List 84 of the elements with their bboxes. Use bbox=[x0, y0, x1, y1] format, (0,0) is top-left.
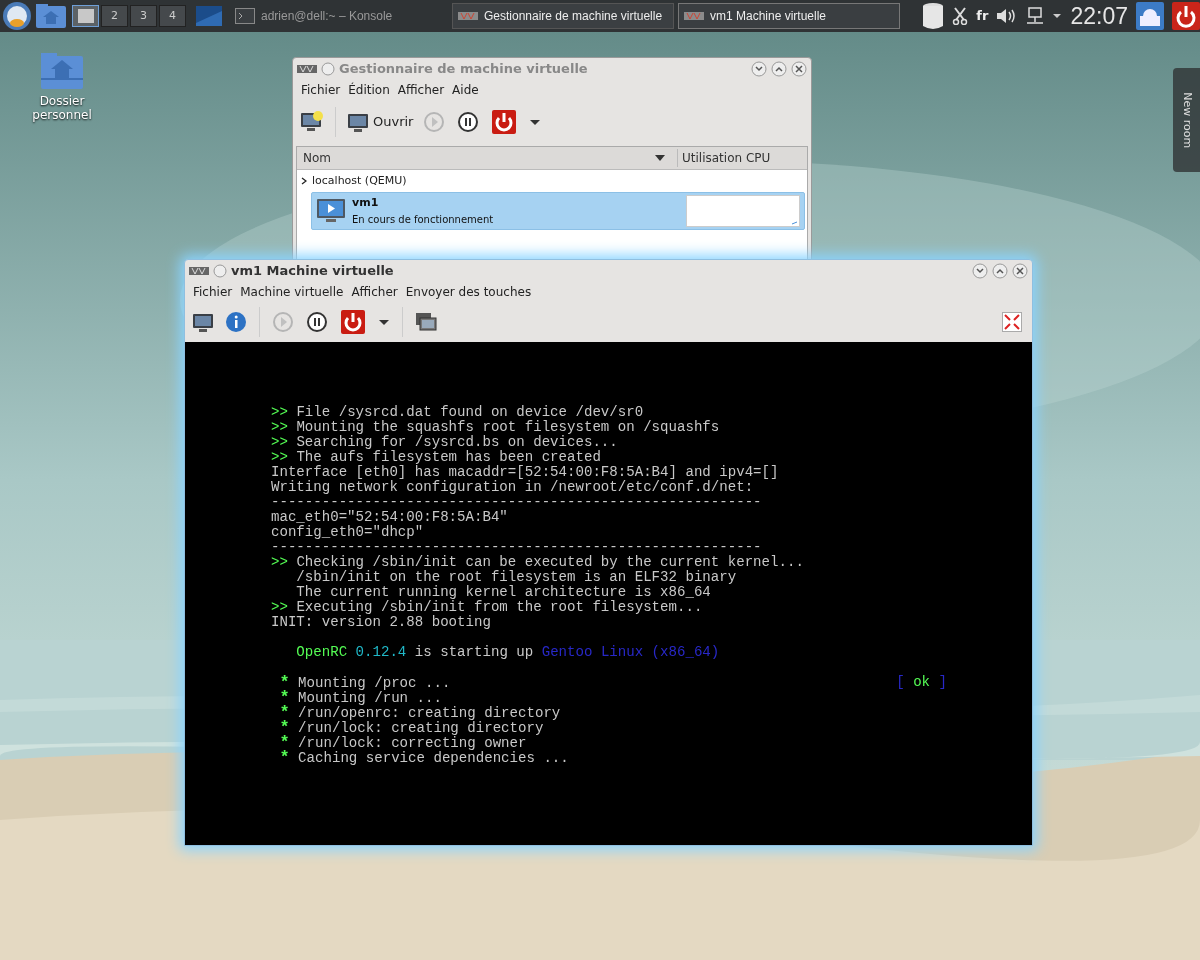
launcher-icon[interactable] bbox=[2, 1, 32, 31]
minimize-button[interactable] bbox=[751, 61, 767, 77]
screenshot-button[interactable] bbox=[415, 312, 437, 332]
scissors-icon[interactable] bbox=[952, 7, 969, 25]
minimize-button[interactable] bbox=[972, 263, 988, 279]
app-icon bbox=[458, 11, 478, 21]
console-line: ---------------------------------------------------------- bbox=[271, 540, 763, 555]
console-line: OpenRC 0.12.4 is starting up Gentoo Linux (x86_64) bbox=[295, 645, 721, 660]
desktop-button[interactable]: 4 bbox=[159, 5, 186, 27]
window-title: vm1 Machine virtuelle bbox=[231, 262, 395, 281]
console-line: * Mounting /proc ... bbox=[278, 675, 452, 690]
pause-button[interactable] bbox=[457, 111, 480, 133]
window-menu-icon[interactable] bbox=[297, 64, 317, 74]
new-vm-button[interactable] bbox=[299, 110, 325, 134]
maximize-button[interactable] bbox=[771, 61, 787, 77]
desktop-button[interactable] bbox=[72, 5, 99, 27]
window-thumbnail bbox=[77, 9, 94, 23]
terminal-icon bbox=[235, 8, 255, 24]
console-line: mac_eth0="52:54:00:F8:5A:B4" bbox=[271, 510, 509, 525]
column-header[interactable]: Utilisation CPU bbox=[677, 149, 807, 167]
open-button[interactable]: Ouvrir bbox=[346, 111, 414, 133]
console-status: [ ok ] bbox=[896, 675, 947, 690]
console-line: >> Mounting the squashfs root filesystem on /squashfs bbox=[271, 420, 721, 435]
menu-item[interactable]: Afficher bbox=[393, 81, 449, 99]
console-line: config_eth0="dhcp" bbox=[271, 525, 425, 540]
console-line: >> The aufs filesystem has been created bbox=[271, 450, 602, 465]
console-line: * /run/lock: creating directory bbox=[278, 720, 544, 735]
chevron-icon[interactable] bbox=[301, 177, 307, 185]
console-line: The current running kernel architecture is x86_64 bbox=[295, 585, 712, 600]
caret-icon[interactable] bbox=[529, 117, 542, 127]
console-line: >> Executing /sbin/init from the root filesystem... bbox=[271, 600, 704, 615]
console-line: INIT: version 2.88 booting bbox=[271, 615, 492, 630]
vm-row[interactable]: vm1 En cours de fonctionnement bbox=[311, 192, 805, 230]
desktop-button[interactable]: 3 bbox=[130, 5, 157, 27]
menu-item[interactable]: Aide bbox=[448, 81, 483, 99]
pause-button[interactable] bbox=[306, 311, 328, 333]
window-menu-icon[interactable] bbox=[189, 266, 209, 276]
keyboard-layout[interactable]: fr bbox=[976, 6, 989, 26]
console-line: Interface [eth0] has macaddr=[52:54:00:F8:5A:B4] and ipv4=[] bbox=[271, 465, 780, 480]
info-button[interactable] bbox=[225, 311, 247, 333]
menu-item[interactable]: Fichier bbox=[297, 81, 345, 99]
fullscreen-button[interactable] bbox=[1002, 312, 1022, 332]
console-line: Writing network configuration in /newroot/etc/conf.d/net: bbox=[271, 480, 755, 495]
caret-icon[interactable] bbox=[1052, 13, 1063, 19]
activity-tab[interactable]: New room bbox=[1173, 68, 1200, 172]
console-button[interactable] bbox=[191, 311, 215, 333]
monitor-icon bbox=[346, 111, 370, 133]
close-button[interactable] bbox=[791, 61, 807, 77]
host-name[interactable]: localhost (QEMU) bbox=[312, 172, 407, 190]
taskbar-button[interactable]: vm1 Machine virtuelle bbox=[678, 3, 900, 29]
column-header[interactable]: Nom bbox=[297, 149, 677, 167]
console-line: * Mounting /run ... bbox=[278, 690, 442, 705]
caret-icon[interactable] bbox=[378, 317, 390, 327]
vm-status: En cours de fonctionnement bbox=[352, 212, 495, 227]
maximize-button[interactable] bbox=[992, 263, 1008, 279]
window-title: Gestionnaire de machine virtuelle bbox=[339, 60, 589, 79]
power-icon[interactable] bbox=[1172, 2, 1200, 30]
power-button[interactable] bbox=[491, 109, 518, 135]
network-icon[interactable] bbox=[1026, 7, 1045, 25]
app-icon bbox=[684, 11, 704, 21]
menu-item[interactable]: Machine virtuelle bbox=[236, 283, 348, 301]
console-line: * /run/lock: correcting owner bbox=[278, 735, 527, 750]
console-line: * Caching service dependencies ... bbox=[278, 750, 570, 765]
clock[interactable]: 22:07 bbox=[1070, 0, 1128, 34]
home-folder-icon[interactable] bbox=[35, 3, 67, 29]
taskbar-button[interactable]: adrien@dell:~ – Konsole bbox=[230, 3, 448, 29]
vm-name: vm1 bbox=[352, 195, 380, 212]
console-line: ---------------------------------------------------------- bbox=[271, 495, 763, 510]
console-line: * /run/openrc: creating directory bbox=[278, 705, 562, 720]
menu-item[interactable]: Édition bbox=[344, 81, 394, 99]
console-line: >> File /sysrcd.dat found on device /dev/sr0 bbox=[271, 405, 645, 420]
vm-running-icon bbox=[316, 197, 346, 225]
menu-item[interactable]: Afficher bbox=[347, 283, 402, 301]
menu-item[interactable]: Envoyer des touches bbox=[401, 283, 536, 301]
desktop-button[interactable]: 2 bbox=[101, 5, 128, 27]
menu-item[interactable]: Fichier bbox=[189, 283, 237, 301]
console-line: >> Checking /sbin/init can be executed by the current kernel... bbox=[271, 555, 805, 570]
lock-screen-icon[interactable] bbox=[1136, 2, 1164, 30]
power-button[interactable] bbox=[340, 309, 366, 335]
console-line: >> Searching for /sysrcd.bs on devices... bbox=[271, 435, 619, 450]
close-button[interactable] bbox=[1012, 263, 1028, 279]
taskbar-button[interactable]: Gestionnaire de machine virtuelle bbox=[452, 3, 674, 29]
console-line: /sbin/init on the root filesystem is an ELF32 binary bbox=[295, 570, 738, 585]
trash-icon[interactable] bbox=[922, 2, 945, 30]
